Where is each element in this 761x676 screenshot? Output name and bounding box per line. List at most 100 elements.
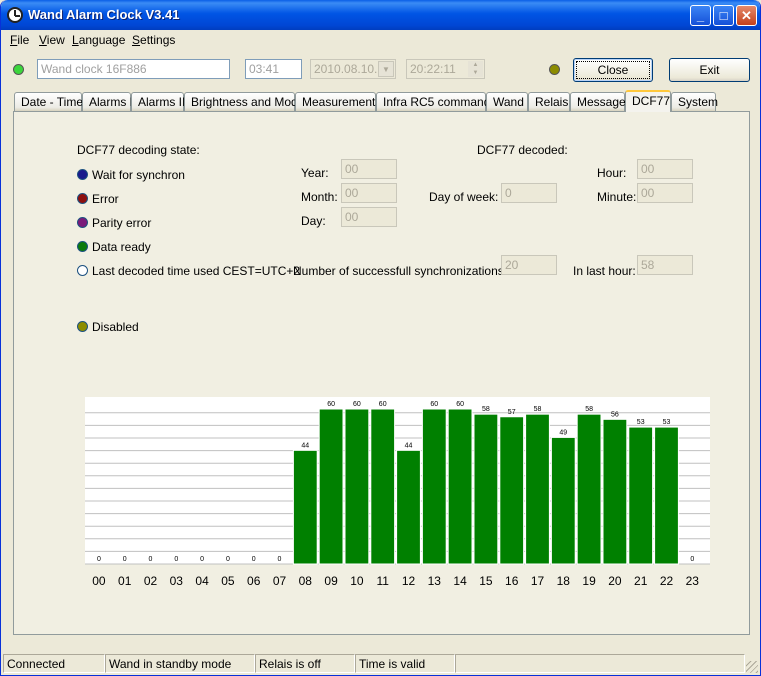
chevron-down-icon[interactable]: ▼ [378, 61, 394, 77]
month-label: Month: [301, 190, 338, 204]
close-button[interactable]: Close [573, 58, 653, 82]
value-label-04: 0 [200, 556, 204, 563]
tab-system[interactable]: System [671, 92, 718, 111]
x-tick-03: 03 [170, 574, 184, 588]
sync-count-label: Number of successfull synchronizationsr: [293, 264, 512, 278]
x-tick-07: 07 [273, 574, 287, 588]
menu-file[interactable]: File [10, 33, 29, 47]
close-window-button[interactable]: ✕ [736, 5, 757, 26]
tab-message[interactable]: Message [570, 92, 626, 111]
tab-wand[interactable]: Wand [486, 92, 528, 111]
short-time-field[interactable]: 03:41 [245, 59, 302, 79]
value-label-21: 53 [637, 419, 645, 426]
value-label-20: 56 [611, 411, 619, 418]
value-label-11: 60 [379, 401, 387, 408]
day-field[interactable]: 00 [341, 207, 397, 227]
last-hour-label: In last hour: [573, 264, 636, 278]
value-label-12: 44 [405, 442, 413, 449]
alarm-clock-icon [7, 7, 23, 23]
spin-up-icon[interactable]: ▲ [468, 61, 483, 69]
value-label-07: 0 [278, 556, 282, 563]
bar-10 [344, 408, 370, 565]
bar-18 [550, 436, 576, 565]
x-tick-11: 11 [376, 574, 389, 588]
sync-count-field[interactable]: 20 [501, 255, 557, 275]
x-tick-12: 12 [402, 574, 416, 588]
bar-20 [602, 418, 628, 565]
status-led-icon [549, 64, 560, 75]
value-label-00: 0 [97, 556, 101, 563]
window-title: Wand Alarm Clock V3.41 [28, 7, 180, 22]
tab-date-time[interactable]: Date - Time [14, 92, 83, 111]
data-ready-led-icon [77, 241, 88, 252]
status-wand: Wand in standby mode [105, 654, 255, 673]
bar-12 [396, 449, 421, 565]
tab-dcf77[interactable]: DCF77 [625, 90, 671, 112]
resize-grip-icon[interactable] [746, 661, 758, 673]
date-value: 2010.08.10. [314, 62, 378, 76]
bar-22 [654, 426, 679, 565]
hour-field[interactable]: 00 [637, 159, 693, 179]
parity-error-led-icon [77, 217, 88, 228]
x-tick-10: 10 [350, 574, 364, 588]
tab-alarms-i[interactable]: Alarms I [82, 92, 133, 111]
status-empty [455, 654, 745, 673]
bar-11 [370, 408, 396, 565]
x-tick-15: 15 [479, 574, 493, 588]
cest-radio[interactable] [77, 265, 88, 276]
time-spinner[interactable]: 20:22:11 ▲ ▼ [406, 59, 485, 79]
value-label-16: 57 [508, 409, 516, 416]
minute-field[interactable]: 00 [637, 183, 693, 203]
error-led-icon [77, 193, 88, 204]
minimize-button[interactable]: _ [690, 5, 711, 26]
x-tick-04: 04 [195, 574, 209, 588]
tab-brightness-mode[interactable]: Brightness and Mode [184, 92, 304, 111]
tab-measurements[interactable]: Measurements [295, 92, 381, 111]
x-tick-02: 02 [144, 574, 158, 588]
value-label-22: 53 [663, 419, 671, 426]
tab-relais[interactable]: Relais [528, 92, 570, 111]
dow-field[interactable]: 0 [501, 183, 557, 203]
x-tick-06: 06 [247, 574, 261, 588]
value-label-08: 44 [301, 442, 309, 449]
x-tick-08: 08 [299, 574, 313, 588]
x-tick-09: 09 [324, 574, 338, 588]
parity-error-label: Parity error [92, 216, 152, 230]
year-field[interactable]: 00 [341, 159, 397, 179]
value-label-01: 0 [123, 556, 127, 563]
x-tick-14: 14 [453, 574, 467, 588]
disabled-label: Disabled [92, 320, 139, 334]
month-field[interactable]: 00 [341, 183, 397, 203]
value-label-23: 0 [690, 556, 694, 563]
sync-per-hour-chart: 0000010020030040050060074408600960106011… [85, 397, 710, 588]
year-label: Year: [301, 166, 329, 180]
status-relais: Relais is off [255, 654, 355, 673]
value-label-18: 49 [559, 429, 567, 436]
x-tick-01: 01 [118, 574, 132, 588]
data-ready-label: Data ready [92, 240, 151, 254]
value-label-05: 0 [226, 556, 230, 563]
tab-infra-rc5[interactable]: Infra RC5 commands [376, 92, 496, 111]
value-label-02: 0 [149, 556, 153, 563]
last-hour-field[interactable]: 58 [637, 255, 693, 275]
hour-label: Hour: [597, 166, 627, 180]
x-tick-16: 16 [505, 574, 519, 588]
value-label-17: 58 [534, 406, 542, 413]
x-tick-22: 22 [660, 574, 674, 588]
disabled-led-icon [77, 321, 88, 332]
x-tick-19: 19 [582, 574, 596, 588]
status-connection: Connected [3, 654, 105, 673]
menu-settings[interactable]: Settings [132, 33, 175, 47]
menu-view[interactable]: View [39, 33, 65, 47]
bar-13 [421, 408, 447, 565]
status-bar: Connected Wand in standby mode Relais is… [1, 652, 760, 675]
tab-alarms-ii[interactable]: Alarms II [131, 92, 185, 111]
device-name-field[interactable]: Wand clock 16F886 [37, 59, 230, 79]
value-label-03: 0 [174, 556, 178, 563]
title-bar[interactable]: Wand Alarm Clock V3.41 _ □ ✕ [1, 0, 760, 30]
spin-down-icon[interactable]: ▼ [468, 69, 483, 77]
menu-language[interactable]: Language [72, 33, 125, 47]
exit-button[interactable]: Exit [669, 58, 750, 82]
date-picker[interactable]: 2010.08.10. ▼ [310, 59, 396, 79]
maximize-button[interactable]: □ [713, 5, 734, 26]
